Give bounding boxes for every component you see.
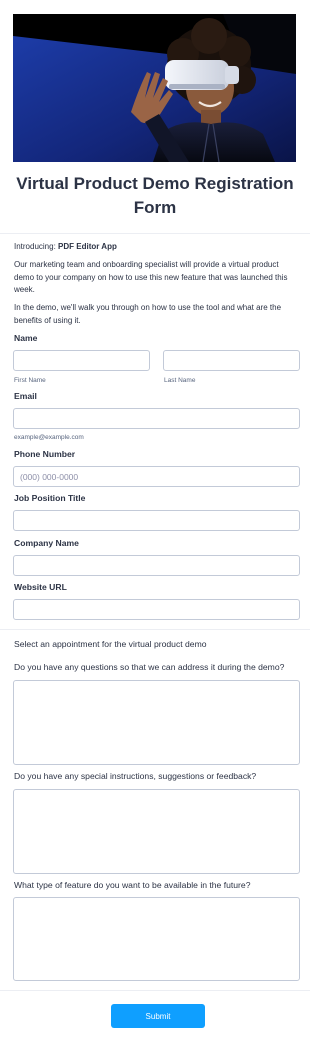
future-feature-label: What type of feature do you want to be a…: [14, 880, 251, 890]
future-feature-textarea[interactable]: [13, 897, 300, 981]
website-url-input[interactable]: [13, 599, 300, 620]
submit-button[interactable]: Submit: [111, 1004, 205, 1028]
section-divider: [0, 629, 310, 630]
questions-textarea[interactable]: [13, 680, 300, 765]
company-name-input[interactable]: [13, 555, 300, 576]
last-name-input[interactable]: [163, 350, 300, 371]
email-label: Email: [14, 391, 37, 401]
phone-label: Phone Number: [14, 449, 76, 459]
intro-paragraph-2: In the demo, we'll walk you through on h…: [14, 303, 282, 325]
name-label: Name: [14, 333, 38, 343]
hero-image-vr-headset: [13, 14, 296, 162]
instructions-label: Do you have any special instructions, su…: [14, 771, 257, 781]
product-name: PDF Editor App: [58, 242, 117, 251]
email-sublabel: example@example.com: [14, 434, 84, 441]
footer-divider: [0, 990, 310, 991]
appointment-label: Select an appointment for the virtual pr…: [14, 639, 207, 649]
company-name-label: Company Name: [14, 538, 79, 548]
job-title-input[interactable]: [13, 510, 300, 531]
website-url-label: Website URL: [14, 582, 67, 592]
email-input[interactable]: [13, 408, 300, 429]
first-name-sublabel: First Name: [14, 377, 46, 384]
form-page: Virtual Product Demo Registration Form I…: [0, 0, 310, 1044]
intro-product-line: Introducing: PDF Editor App: [14, 242, 117, 251]
instructions-textarea[interactable]: [13, 789, 300, 874]
phone-input[interactable]: [13, 466, 300, 487]
questions-label: Do you have any questions so that we can…: [14, 662, 285, 672]
job-title-label: Job Position Title: [14, 493, 86, 503]
form-title: Virtual Product Demo Registration Form: [16, 174, 294, 217]
last-name-sublabel: Last Name: [164, 377, 196, 384]
header-divider: [0, 233, 310, 234]
first-name-input[interactable]: [13, 350, 150, 371]
intro-paragraph-1: Our marketing team and onboarding specia…: [14, 260, 288, 294]
